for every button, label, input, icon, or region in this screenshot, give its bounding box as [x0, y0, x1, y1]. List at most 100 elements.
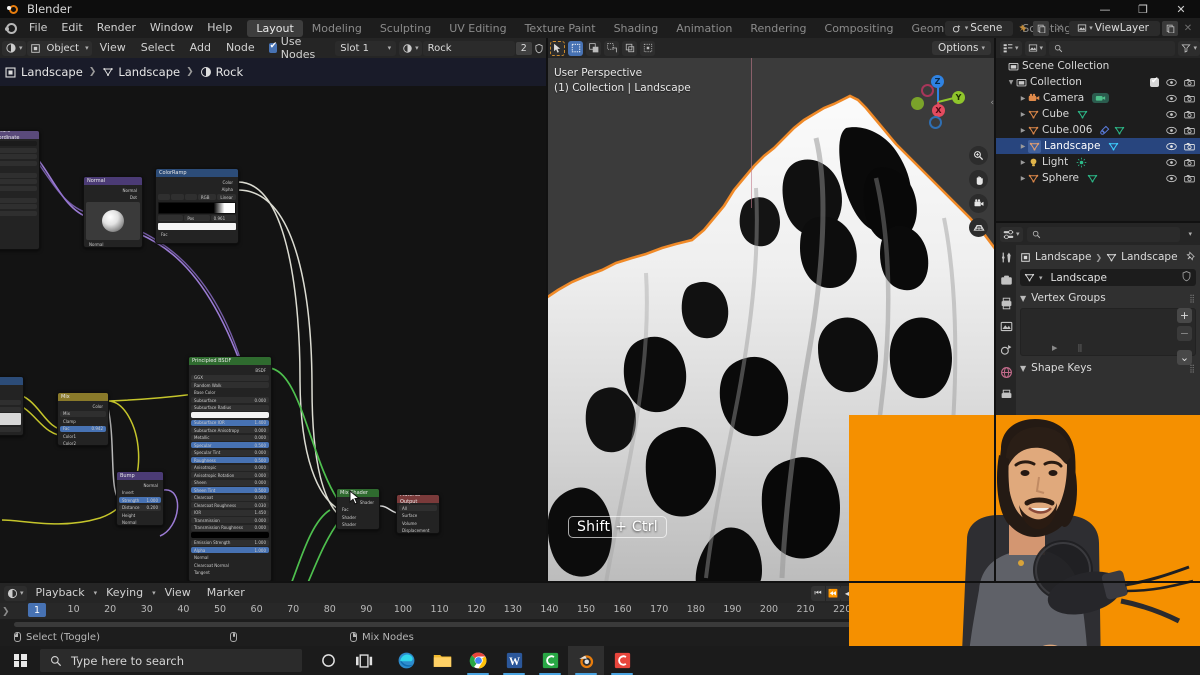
bsdf-row[interactable]: Sheen 0.000: [191, 479, 269, 486]
bsdf-row[interactable]: Random Walk: [191, 382, 269, 388]
bsdf-row[interactable]: IOR 1.450: [191, 509, 269, 516]
prev-keyframe-button[interactable]: ⏪: [826, 585, 840, 601]
render-icon[interactable]: [1000, 274, 1013, 287]
tab-rendering[interactable]: Rendering: [741, 20, 815, 37]
outliner-search-input[interactable]: [1049, 40, 1176, 56]
select-subtract-icon[interactable]: [604, 40, 619, 56]
bsdf-row[interactable]: Specular Tint 0.000: [191, 449, 269, 456]
mesh-data-badge[interactable]: [1077, 109, 1088, 120]
bsdf-row[interactable]: Clearcoat 0.000: [191, 494, 269, 501]
navigation-gizmo[interactable]: Z Y X: [910, 72, 966, 129]
current-frame-indicator[interactable]: 1: [27, 603, 47, 617]
gizmo-axis-neg-x[interactable]: [911, 97, 924, 110]
tab-modeling[interactable]: Modeling: [303, 20, 371, 37]
colorramp-pos-label[interactable]: Pos: [184, 215, 210, 221]
camera-render-icon[interactable]: [1184, 142, 1195, 151]
viewlayer-icon[interactable]: [1000, 320, 1013, 333]
node-principled-bsdf[interactable]: Principled BSDF BSDF GGX Random Walk Base …: [188, 356, 272, 582]
eye-icon[interactable]: [1166, 158, 1177, 167]
breadcrumb-material[interactable]: Rock: [200, 65, 243, 79]
hand-icon[interactable]: [969, 170, 988, 189]
mesh-data-badge[interactable]: [1087, 173, 1098, 184]
select-extend-icon[interactable]: [586, 40, 601, 56]
select-intersect-icon[interactable]: [640, 40, 655, 56]
camera-render-icon[interactable]: [1184, 78, 1195, 87]
disclosure-triangle-icon[interactable]: ▶: [1018, 143, 1028, 150]
colorramp-interpolation[interactable]: Linear: [217, 194, 236, 200]
grip-dots-icon[interactable]: ⣿: [1189, 294, 1196, 303]
editor-divider-horizontal-2[interactable]: [0, 581, 1200, 583]
outliner-row-collection[interactable]: ▼ Collection: [996, 74, 1200, 90]
edge-icon[interactable]: [388, 646, 424, 675]
camera-render-icon[interactable]: [1184, 110, 1195, 119]
gizmo-axis-neg-z[interactable]: [929, 116, 942, 129]
outliner-row-cube[interactable]: ▶ Cube: [996, 106, 1200, 122]
outliner-row-scene-collection[interactable]: Scene Collection: [996, 58, 1200, 74]
properties-breadcrumb-data[interactable]: Landscape: [1121, 251, 1177, 263]
breadcrumb-mesh[interactable]: Landscape: [102, 65, 180, 79]
bsdf-row[interactable]: Normal: [191, 555, 269, 561]
material-browse-button[interactable]: ▾: [399, 40, 422, 56]
viewport-options-button[interactable]: Options ▾: [931, 41, 991, 55]
gizmo-axis-y[interactable]: Y: [952, 91, 965, 104]
add-vertex-group-button[interactable]: +: [1177, 308, 1192, 323]
node-noise-texture[interactable]: [0, 376, 24, 436]
bsdf-row[interactable]: Subsurface 0.000: [191, 397, 269, 403]
shader-type-selector[interactable]: Object ▾: [26, 40, 92, 56]
node-menu-node[interactable]: Node: [219, 38, 262, 58]
tab-animation[interactable]: Animation: [667, 20, 741, 37]
disclosure-triangle-icon[interactable]: ▼: [1006, 79, 1016, 86]
node-texture-coordinate[interactable]: Texture Coordinate: [0, 130, 40, 250]
menu-render[interactable]: Render: [90, 18, 143, 38]
breadcrumb-object[interactable]: Landscape: [4, 65, 83, 79]
select-invert-icon[interactable]: [622, 40, 637, 56]
properties-editor-type[interactable]: ▾: [1000, 226, 1023, 242]
grip-dots-icon[interactable]: ⣿: [1077, 344, 1083, 352]
vertex-groups-header[interactable]: ▼ Vertex Groups ⣿: [1020, 292, 1196, 304]
node-mix[interactable]: Mix Color Mix Clamp Fac 0.942 Color1 Col…: [57, 392, 109, 446]
editor-divider-vertical-1[interactable]: [546, 38, 548, 583]
node-menu-select[interactable]: Select: [134, 38, 182, 58]
eye-icon[interactable]: [1166, 94, 1177, 103]
app-red-icon[interactable]: [604, 646, 640, 675]
camera-render-icon[interactable]: [1184, 174, 1195, 183]
camera-data-badge[interactable]: [1092, 93, 1110, 103]
tab-compositing[interactable]: Compositing: [816, 20, 903, 37]
bsdf-row[interactable]: Tangent: [191, 570, 269, 576]
task-view-icon[interactable]: [346, 646, 382, 675]
fake-user-shield-icon[interactable]: [533, 41, 546, 56]
material-name-field[interactable]: Rock: [422, 40, 515, 56]
cortana-icon[interactable]: [310, 646, 346, 675]
camera-icon[interactable]: [969, 194, 988, 213]
material-users-count[interactable]: 2: [515, 41, 532, 55]
bsdf-row[interactable]: Subsurface Anisotropy 0.000: [191, 427, 269, 433]
outliner-row-sphere[interactable]: ▶ Sphere: [996, 170, 1200, 186]
bsdf-row[interactable]: Sheen Tint 0.500: [191, 487, 269, 493]
node-normal[interactable]: Normal Normal Dot Normal: [83, 176, 143, 248]
viewlayer-selector[interactable]: ▾ ViewLayer: [1069, 20, 1160, 36]
bsdf-row[interactable]: Metallic 0.000: [191, 434, 269, 441]
eye-icon[interactable]: [1166, 174, 1177, 183]
properties-search-input[interactable]: [1026, 226, 1181, 242]
bsdf-row[interactable]: Subsurface Color: [191, 412, 269, 418]
bsdf-row[interactable]: Subsurface IOR 1.400: [191, 419, 269, 426]
tweak-tool-icon[interactable]: [550, 40, 565, 56]
bsdf-row[interactable]: Clearcoat Normal: [191, 562, 269, 568]
object-icon[interactable]: [1000, 389, 1013, 402]
mix-clamp-toggle[interactable]: Clamp: [60, 418, 106, 424]
disclosure-triangle-icon[interactable]: ▶: [1018, 175, 1028, 182]
shape-keys-header[interactable]: ▼ Shape Keys ⣿: [1020, 362, 1196, 374]
blender-icon[interactable]: [568, 646, 604, 675]
timeline-menu-marker[interactable]: Marker: [200, 583, 252, 603]
zoom-icon[interactable]: [969, 146, 988, 165]
colorramp-color-swatch[interactable]: [158, 222, 236, 230]
bsdf-row[interactable]: Anisotropic Rotation 0.000: [191, 472, 269, 478]
start-button[interactable]: [0, 646, 40, 675]
disclosure-triangle-icon[interactable]: ▶: [1018, 159, 1028, 166]
colorramp-gradient[interactable]: [158, 201, 236, 214]
new-viewlayer-button[interactable]: [1162, 20, 1178, 36]
colorramp-pos-value[interactable]: 0.961: [210, 215, 236, 221]
tab-texture-paint[interactable]: Texture Paint: [516, 20, 605, 37]
taskbar-search-input[interactable]: Type here to search: [40, 649, 302, 672]
file-explorer-icon[interactable]: [424, 646, 460, 675]
